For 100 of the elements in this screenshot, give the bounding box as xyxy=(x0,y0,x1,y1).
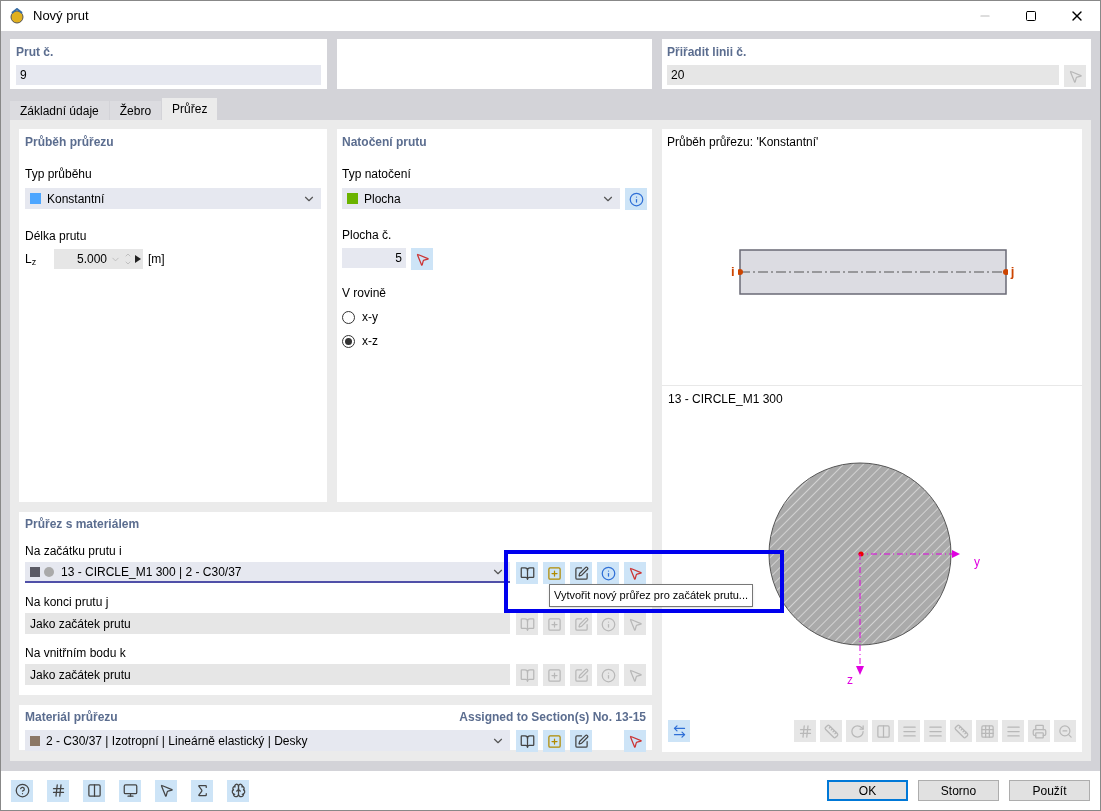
tab[interactable]: Základní údaje xyxy=(10,101,110,120)
new-section-button[interactable] xyxy=(543,562,565,584)
field-label: Na konci prutu j xyxy=(25,595,109,609)
section-dropdown[interactable]: 13 - CIRCLE_M1 300 | 2 - C30/37 xyxy=(25,562,510,583)
pick-icon xyxy=(627,667,643,683)
toolbar-button[interactable] xyxy=(11,779,33,802)
info-icon xyxy=(600,565,616,581)
library-button[interactable] xyxy=(516,562,538,584)
edit-button[interactable] xyxy=(570,730,592,752)
preview-tool-icon xyxy=(875,723,891,739)
toolbar-button[interactable] xyxy=(47,779,69,802)
toolbar-icon xyxy=(86,783,102,798)
field-label: Plocha č. xyxy=(342,227,393,244)
pick-icon xyxy=(1067,68,1083,84)
section-title: Materiál průřezu xyxy=(25,709,118,726)
color-swatch xyxy=(30,566,40,577)
maximize-icon xyxy=(1025,10,1037,22)
radio-label: x-z xyxy=(362,333,378,350)
preview-tool-icon xyxy=(1005,723,1021,739)
library-icon xyxy=(519,733,535,749)
end-node-label: j xyxy=(1010,263,1015,282)
info-button[interactable] xyxy=(597,562,619,584)
tab[interactable]: Žebro xyxy=(109,101,163,120)
preview-tool-button[interactable] xyxy=(950,720,972,742)
preview-tool-button[interactable] xyxy=(820,720,842,742)
pick-button[interactable] xyxy=(624,730,646,752)
member-number-field[interactable]: 9 xyxy=(16,65,321,85)
preview-tool-button[interactable] xyxy=(794,720,816,742)
preview-tool-icon xyxy=(953,723,969,739)
toolbar-icon xyxy=(14,783,30,798)
preview-title: Průběh průřezu: 'Konstantní' xyxy=(667,134,820,151)
info-icon xyxy=(628,191,644,207)
edit-icon xyxy=(573,565,589,581)
y-axis-label: y xyxy=(974,554,980,571)
library-icon xyxy=(519,565,535,581)
spin-up-icon xyxy=(124,251,132,259)
edit-icon xyxy=(573,667,589,683)
distribution-type-dropdown[interactable]: Konstantní xyxy=(25,188,321,209)
new-section-icon xyxy=(546,616,562,632)
pick-icon xyxy=(414,251,430,267)
toolbar-button[interactable] xyxy=(191,779,213,802)
length-spinbox[interactable]: 5.000 xyxy=(54,249,143,269)
info-button[interactable] xyxy=(625,188,647,210)
view-swap-icon xyxy=(671,723,687,739)
preview-tool-button[interactable] xyxy=(1054,720,1076,742)
preview-tool-icon xyxy=(823,723,839,739)
preview-tool-button[interactable] xyxy=(898,720,920,742)
circle-shape-icon xyxy=(44,566,54,577)
preview-tool-button[interactable] xyxy=(846,720,868,742)
assigned-sections-text: Assigned to Section(s) No. 13-15 xyxy=(459,709,646,726)
preview-tool-button[interactable] xyxy=(924,720,946,742)
dialog-button[interactable]: Použít xyxy=(1009,780,1090,801)
rotation-type-dropdown[interactable]: Plocha xyxy=(342,188,620,209)
unit-label: [m] xyxy=(148,251,165,268)
toolbar-button[interactable] xyxy=(119,779,141,802)
info-icon xyxy=(600,616,616,632)
dialog-button[interactable]: Storno xyxy=(918,780,999,801)
new-section-icon xyxy=(546,565,562,581)
section-title: Natočení prutu xyxy=(342,134,428,151)
tab[interactable]: Průřez xyxy=(162,98,219,120)
pick-icon xyxy=(627,565,643,581)
tooltip: Vytvořit nový průřez pro začátek prutu... xyxy=(549,584,753,607)
preview-tool-icon xyxy=(1057,723,1073,739)
info-button[interactable] xyxy=(597,664,619,686)
surface-number-field[interactable]: 5 xyxy=(342,248,406,268)
view-swap-button[interactable] xyxy=(668,720,690,742)
toolbar-icon xyxy=(230,783,246,798)
preview-tool-button[interactable] xyxy=(1002,720,1024,742)
field-label: Na vnitřním bodu k xyxy=(25,646,126,660)
preview-tool-button[interactable] xyxy=(1028,720,1050,742)
library-icon xyxy=(519,667,535,683)
preview-tool-icon xyxy=(901,723,917,739)
toolbar-button[interactable] xyxy=(155,779,177,802)
info-icon xyxy=(600,667,616,683)
toolbar-icon xyxy=(122,783,138,798)
preview-tool-button[interactable] xyxy=(976,720,998,742)
edit-icon xyxy=(573,733,589,749)
field-label: Typ průběhu xyxy=(25,166,93,183)
new-section-button[interactable] xyxy=(543,730,565,752)
pick-button[interactable] xyxy=(411,248,433,270)
edit-icon xyxy=(573,616,589,632)
preview-tool-icon xyxy=(849,723,865,739)
pick-button[interactable] xyxy=(624,562,646,584)
dialog-button[interactable]: OK xyxy=(827,780,908,801)
preview-tool-icon xyxy=(797,723,813,739)
new-section-button[interactable] xyxy=(543,613,565,635)
radio-button[interactable] xyxy=(342,310,355,324)
library-button[interactable] xyxy=(516,730,538,752)
spin-down-icon xyxy=(124,259,132,267)
preview-tool-button[interactable] xyxy=(872,720,894,742)
line-number-field[interactable]: 20 xyxy=(667,65,1059,85)
toolbar-button[interactable] xyxy=(227,779,249,802)
radio-button[interactable] xyxy=(342,334,355,348)
material-dropdown[interactable]: 2 - C30/37 | Izotropní | Lineárně elastický | Desky xyxy=(25,730,510,751)
new-section-button[interactable] xyxy=(543,664,565,686)
section-title: Průběh průřezu xyxy=(25,134,115,151)
toolbar-button[interactable] xyxy=(83,779,105,802)
info-button[interactable] xyxy=(597,613,619,635)
edit-button[interactable] xyxy=(570,562,592,584)
section-title: Průřez s materiálem xyxy=(25,516,141,533)
